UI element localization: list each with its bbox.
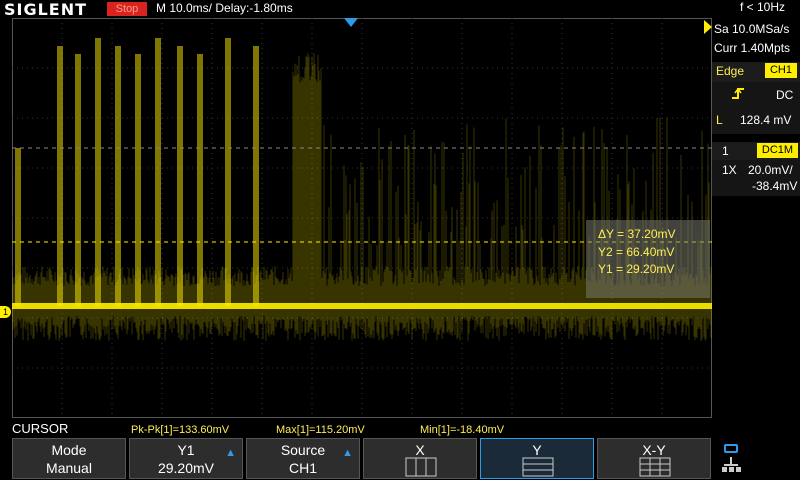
softkey-y1-value: 29.20mV [157,460,215,476]
softkey-mode-label: Mode [51,442,87,458]
softkey-source[interactable]: Source CH1 ▲ [246,438,360,479]
channel-coupling: DC1M [757,143,798,158]
frequency-counter: f < 10Hz [740,0,786,14]
cursor-delta-y: ΔY = 37.20mV [598,227,676,241]
brand-logo: SIGLENT [4,0,88,19]
channel-number: 1 [722,144,729,158]
vertical-offset: -38.4mV [752,179,798,193]
trace-baseline [12,303,712,309]
ch1-ground-marker[interactable]: 1 [0,306,11,318]
memory-depth: Curr 1.40Mpts [714,41,791,55]
softkey-y-label: Y [532,442,542,458]
rising-edge-icon [730,86,746,105]
softkey-xy[interactable]: X-Y [597,438,711,479]
usb-network-icon[interactable] [722,443,742,475]
softkey-x-label: X [415,442,425,458]
trigger-position-marker[interactable] [344,18,358,27]
softkey-x[interactable]: X [363,438,477,479]
vertical-scale: 20.0mV/ [748,163,793,177]
trigger-coupling: DC [776,88,794,102]
measure-max: Max[1]=115.20mV [276,424,365,436]
x-cursor-icon [405,457,437,477]
probe-attenuation: 1X [722,163,737,177]
measure-pkpk: Pk-Pk[1]=133.60mV [131,424,230,436]
softkey-mode-value: Manual [46,460,92,476]
softkey-y1[interactable]: Y1 29.20mV ▲ [129,438,243,479]
measurement-bar [0,420,800,437]
y-cursor-icon [522,457,554,477]
cursor-y2-value: Y2 = 66.40mV [598,245,675,259]
adjust-arrow-icon: ▲ [225,447,236,459]
menu-title: CURSOR [12,421,69,436]
sample-rate: Sa 10.0MSa/s [714,22,790,36]
cursor-y1-value: Y1 = 29.20mV [598,262,675,276]
trigger-source: CH1 [765,63,797,78]
xy-cursor-icon [639,457,671,477]
timebase-readout[interactable]: M 10.0ms/ Delay:-1.80ms [156,1,293,15]
waveform-canvas [12,18,712,418]
adjust-arrow-icon: ▲ [342,447,353,459]
trigger-type: Edge [716,64,745,78]
softkey-source-value: CH1 [288,460,317,476]
softkey-y[interactable]: Y [480,438,594,479]
trigger-level-value: 128.4 mV [740,113,792,127]
softkey-mode[interactable]: Mode Manual [12,438,126,479]
trigger-level-label: L [716,113,723,127]
measure-min: Min[1]=-18.40mV [420,424,505,436]
run-stop-status[interactable]: Stop [107,2,147,16]
trigger-level-marker[interactable] [704,20,712,34]
softkey-xy-label: X-Y [642,442,666,458]
